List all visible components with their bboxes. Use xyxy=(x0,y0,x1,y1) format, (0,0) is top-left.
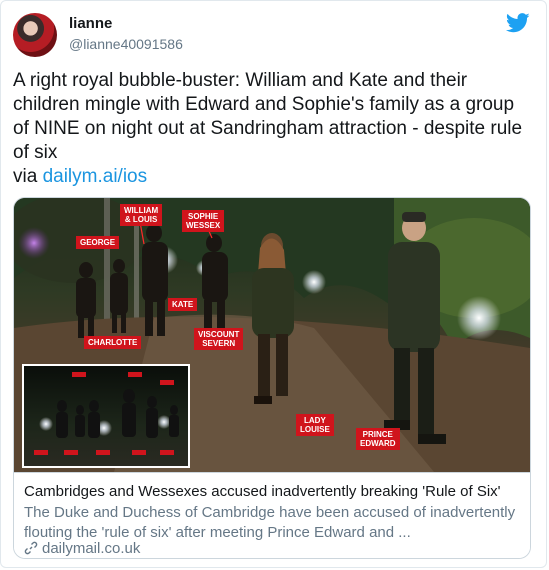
tweet-text: A right royal bubble-buster: William and… xyxy=(13,69,533,189)
label-prince-edward: PRINCE EDWARD xyxy=(356,428,400,450)
user-name[interactable]: lianne xyxy=(69,15,112,32)
label-viscount-severn: VISCOUNT SEVERN xyxy=(194,328,244,350)
link-icon xyxy=(24,541,38,555)
label-sophie-wessex: SOPHIE WESSEX xyxy=(182,210,225,232)
inset-scene xyxy=(34,372,179,455)
label-kate: KATE xyxy=(168,298,198,311)
tweet-card[interactable]: lianne @lianne40091586 A right royal bub… xyxy=(0,0,547,568)
inset-photo xyxy=(22,364,190,468)
link-card-title[interactable]: Cambridges and Wessexes accused inadvert… xyxy=(24,483,501,500)
link-info[interactable]: Cambridges and Wessexes accused inadvert… xyxy=(14,472,530,558)
avatar[interactable] xyxy=(13,13,57,57)
label-william-louis: WILLIAM & LOUIS xyxy=(120,204,163,226)
tweet-body: A right royal bubble-buster: William and… xyxy=(13,70,523,163)
label-george: GEORGE xyxy=(76,236,120,249)
via-prefix: via xyxy=(13,166,43,187)
label-charlotte: CHARLOTTE xyxy=(84,336,142,349)
user-handle[interactable]: @lianne40091586 xyxy=(69,36,183,52)
link-card-description: The Duke and Duchess of Cambridge have b… xyxy=(24,504,516,541)
twitter-bird-icon[interactable] xyxy=(506,13,530,33)
link-card-domain-row[interactable]: dailymail.co.uk xyxy=(24,540,140,557)
link-preview-card[interactable]: WILLIAM & LOUIS SOPHIE WESSEX GEORGE KAT… xyxy=(13,197,531,559)
article-photo[interactable]: WILLIAM & LOUIS SOPHIE WESSEX GEORGE KAT… xyxy=(14,198,530,472)
label-lady-louise: LADY LOUISE xyxy=(296,414,334,436)
tweet-link[interactable]: dailym.ai/ios xyxy=(43,166,148,187)
link-card-domain: dailymail.co.uk xyxy=(42,540,141,557)
